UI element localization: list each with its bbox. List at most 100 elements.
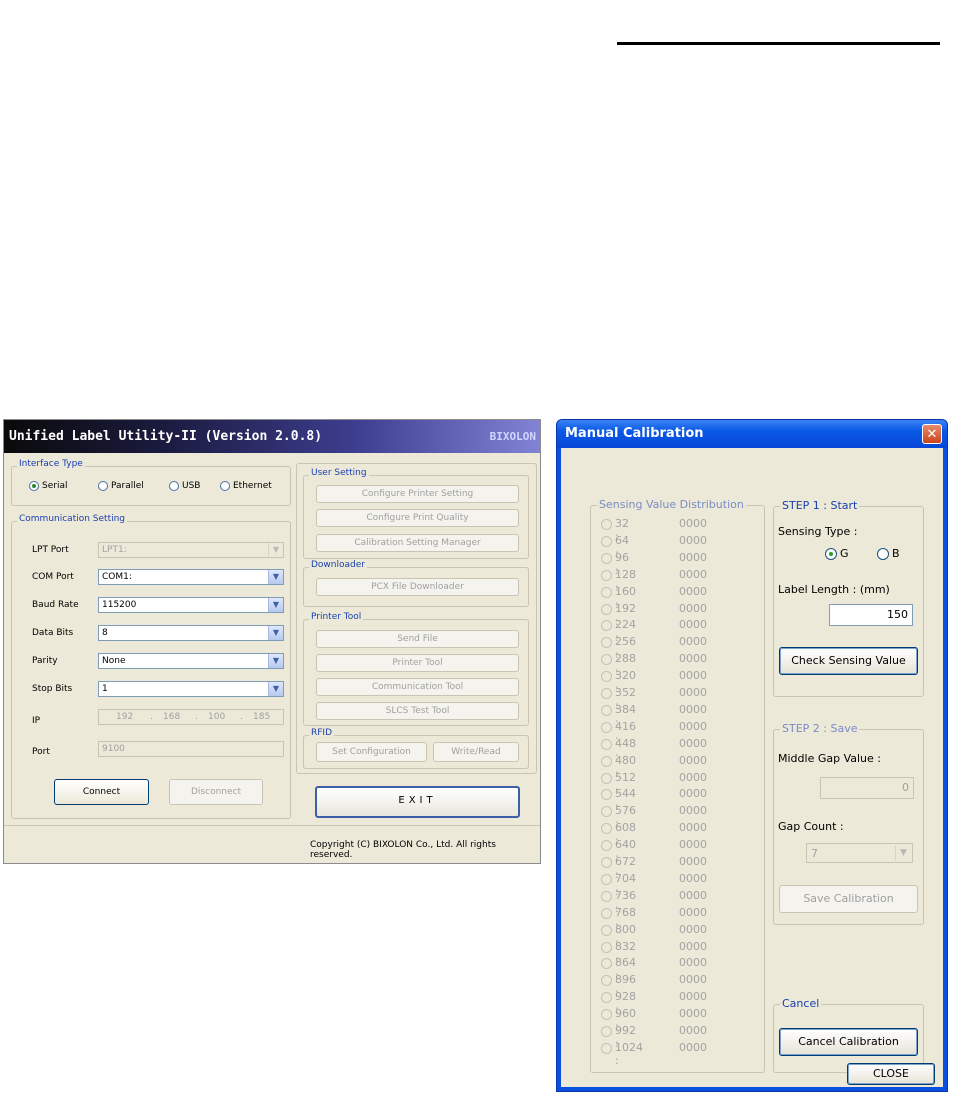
sensing-value-reading: 0000 xyxy=(679,821,707,835)
ip-address-field[interactable]: 192 . 168 . 100 . 185 xyxy=(98,709,284,725)
data-bits-select[interactable]: 8 ▼ xyxy=(98,625,284,641)
radio-sensing-value-icon[interactable] xyxy=(601,637,612,649)
step2-legend: STEP 2 : Save xyxy=(780,722,860,735)
downloader-group: Downloader PCX File Downloader xyxy=(303,560,529,607)
sensing-value-reading: 0000 xyxy=(679,702,707,716)
radio-serial[interactable]: Serial xyxy=(29,481,67,491)
radio-sensing-value-icon[interactable] xyxy=(601,1009,612,1021)
radio-usb[interactable]: USB xyxy=(169,481,200,491)
interface-type-group: Interface Type Serial Parallel USB Ether… xyxy=(11,459,291,506)
lpt-port-value: LPT1: xyxy=(102,545,127,555)
radio-sensing-value-icon[interactable] xyxy=(601,907,612,919)
send-file-button[interactable]: Send File xyxy=(316,630,519,648)
chevron-down-icon: ▼ xyxy=(268,682,283,696)
label-length-label: Label Length : (mm) xyxy=(778,583,890,596)
radio-sensing-value-icon[interactable] xyxy=(601,654,612,666)
configure-print-quality-button[interactable]: Configure Print Quality xyxy=(316,509,519,527)
radio-sensing-value-icon[interactable] xyxy=(601,586,612,598)
radio-sensing-value-icon[interactable] xyxy=(601,992,612,1004)
printer-tool-button[interactable]: Printer Tool xyxy=(316,654,519,672)
radio-sensing-value-icon[interactable] xyxy=(601,941,612,953)
cancel-calibration-button[interactable]: Cancel Calibration xyxy=(779,1028,918,1056)
radio-sensing-value-icon[interactable] xyxy=(601,772,612,784)
radio-sensing-value-icon[interactable] xyxy=(601,552,612,564)
radio-sensing-value-icon[interactable] xyxy=(601,823,612,835)
gap-count-value: 7 xyxy=(811,847,818,860)
stop-bits-value: 1 xyxy=(102,684,108,694)
radio-sensing-value-icon[interactable] xyxy=(601,620,612,632)
calibration-setting-manager-button[interactable]: Calibration Setting Manager xyxy=(316,534,519,552)
radio-serial-icon xyxy=(29,481,39,491)
radio-sensing-value-icon[interactable] xyxy=(601,755,612,767)
sensing-value-reading: 0000 xyxy=(679,753,707,767)
radio-sensing-value-icon[interactable] xyxy=(601,840,612,852)
sensing-value-reading: 0000 xyxy=(679,973,707,987)
pcx-file-downloader-button[interactable]: PCX File Downloader xyxy=(316,578,519,596)
radio-sensing-value-icon[interactable] xyxy=(601,671,612,683)
label-length-input[interactable]: 150 xyxy=(829,604,913,626)
radio-sensing-value-icon[interactable] xyxy=(601,535,612,547)
radio-sensing-value-icon[interactable] xyxy=(601,688,612,699)
baud-rate-select[interactable]: 115200 ▼ xyxy=(98,597,284,613)
gap-count-select[interactable]: 7 ▼ xyxy=(806,843,913,863)
radio-sensing-value-icon[interactable] xyxy=(601,1026,612,1037)
ip-dot: . xyxy=(240,712,243,722)
radio-sensing-value-icon[interactable] xyxy=(601,738,612,750)
radio-sensing-value-icon[interactable] xyxy=(601,704,612,716)
chevron-down-icon: ▼ xyxy=(268,598,283,612)
radio-sensing-value-icon[interactable] xyxy=(601,721,612,733)
radio-sensing-value-icon[interactable] xyxy=(601,958,612,970)
radio-sensing-b[interactable]: B xyxy=(877,547,900,560)
write-read-button[interactable]: Write/Read xyxy=(433,742,519,762)
radio-sensing-value-icon[interactable] xyxy=(601,519,612,530)
lpt-port-select[interactable]: LPT1: ▼ xyxy=(98,542,284,558)
com-port-select[interactable]: COM1: ▼ xyxy=(98,569,284,585)
radio-sensing-value-icon[interactable] xyxy=(601,890,612,902)
parity-select[interactable]: None ▼ xyxy=(98,653,284,669)
radio-sensing-g-label: G xyxy=(840,547,849,560)
middle-gap-input[interactable]: 0 xyxy=(820,777,914,799)
sensing-value-reading: 0000 xyxy=(679,922,707,936)
calibration-title: Manual Calibration xyxy=(565,426,704,441)
close-button[interactable]: CLOSE xyxy=(847,1063,935,1085)
port-field[interactable]: 9100 xyxy=(98,741,284,757)
check-sensing-value-button[interactable]: Check Sensing Value xyxy=(779,647,918,675)
set-configuration-button[interactable]: Set Configuration xyxy=(316,742,427,762)
disconnect-button[interactable]: Disconnect xyxy=(169,779,263,805)
sensing-type-label: Sensing Type : xyxy=(778,525,858,538)
radio-sensing-value-icon[interactable] xyxy=(601,873,612,885)
baud-rate-value: 115200 xyxy=(102,600,137,610)
ip-octet-4: 185 xyxy=(253,712,271,722)
status-separator xyxy=(4,825,540,826)
radio-parallel[interactable]: Parallel xyxy=(98,481,144,491)
communication-setting-legend: Communication Setting xyxy=(17,514,128,524)
chevron-down-icon: ▼ xyxy=(268,570,283,584)
connect-button[interactable]: Connect xyxy=(54,779,149,805)
radio-sensing-value-icon[interactable] xyxy=(601,924,612,936)
sensing-value-reading: 0000 xyxy=(679,871,707,885)
rfid-legend: RFID xyxy=(309,728,335,738)
parity-value: None xyxy=(102,656,126,666)
sensing-value-reading: 0000 xyxy=(679,719,707,733)
radio-sensing-value-icon[interactable] xyxy=(601,975,612,987)
radio-sensing-value-icon[interactable] xyxy=(601,857,612,868)
exit-button[interactable]: EXIT xyxy=(315,786,520,818)
stop-bits-select[interactable]: 1 ▼ xyxy=(98,681,284,697)
radio-ethernet[interactable]: Ethernet xyxy=(220,481,272,491)
close-icon[interactable]: ✕ xyxy=(922,424,942,444)
radio-sensing-value-icon[interactable] xyxy=(601,789,612,801)
sensing-value-reading: 0000 xyxy=(679,1007,707,1021)
configure-printer-setting-button[interactable]: Configure Printer Setting xyxy=(316,485,519,503)
radio-sensing-value-icon[interactable] xyxy=(601,1042,612,1054)
radio-sensing-g[interactable]: G xyxy=(825,547,849,560)
radio-sensing-value-icon[interactable] xyxy=(601,806,612,818)
utility-window: Unified Label Utility-II (Version 2.0.8)… xyxy=(3,419,541,864)
utility-title: Unified Label Utility-II (Version 2.0.8) xyxy=(9,429,323,444)
radio-sensing-value-icon[interactable] xyxy=(601,603,612,615)
communication-tool-button[interactable]: Communication Tool xyxy=(316,678,519,696)
cancel-legend: Cancel xyxy=(780,997,822,1010)
slcs-test-tool-button[interactable]: SLCS Test Tool xyxy=(316,702,519,720)
radio-sensing-value-icon[interactable] xyxy=(601,569,612,581)
ip-octet-3: 100 xyxy=(208,712,226,722)
save-calibration-button[interactable]: Save Calibration xyxy=(779,885,918,913)
